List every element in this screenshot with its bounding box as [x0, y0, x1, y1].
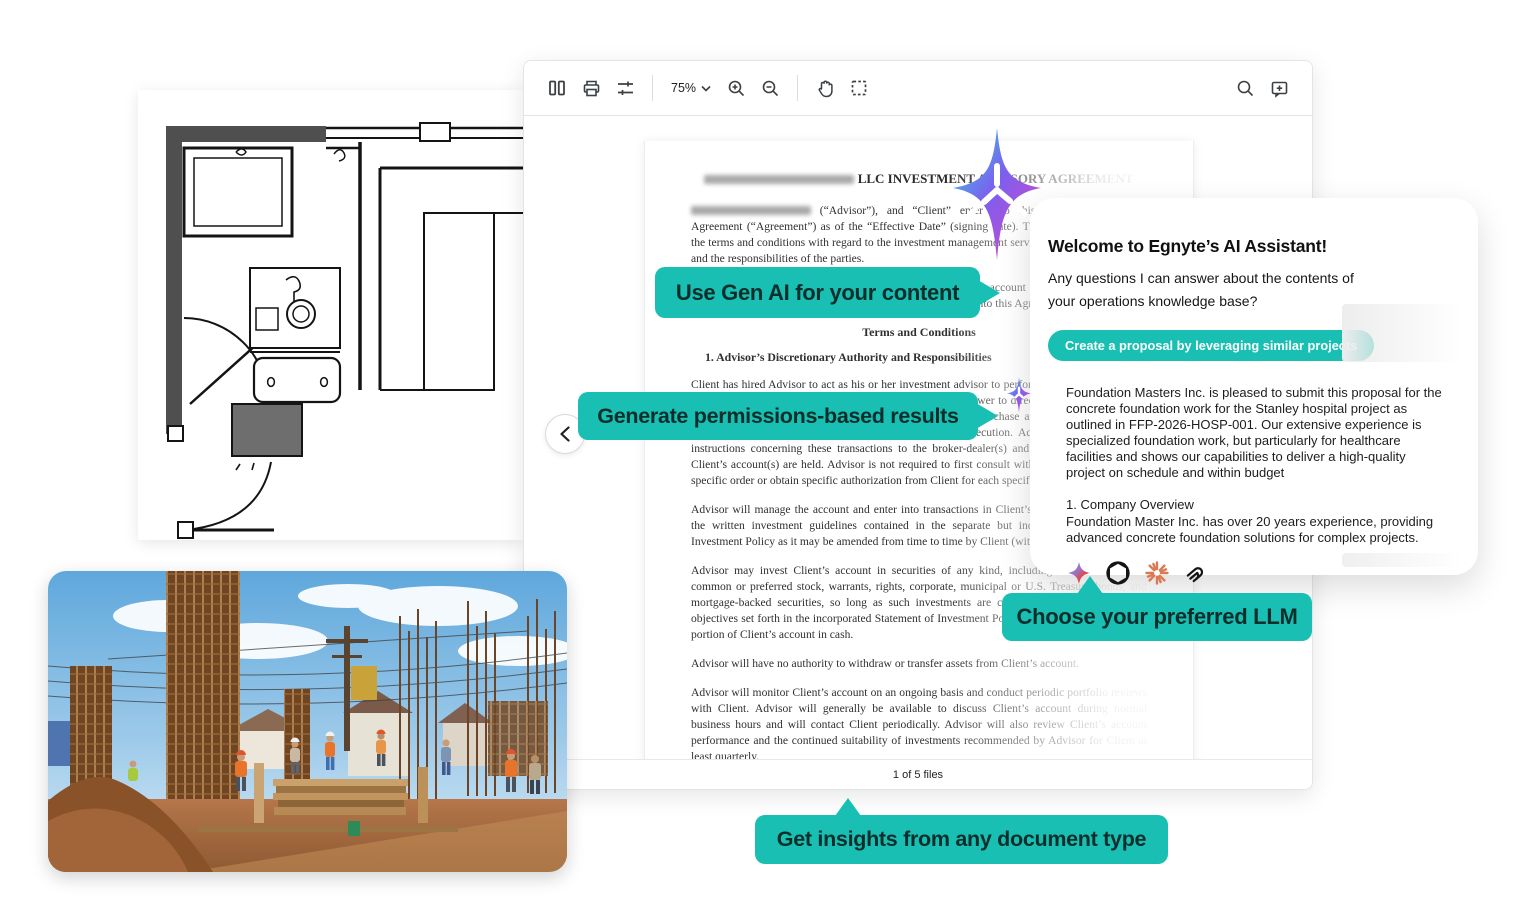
- faded-placeholder: [1342, 304, 1462, 362]
- callout-choose-llm: Choose your preferred LLM: [1002, 593, 1312, 641]
- ai-response: Foundation Masters Inc. is pleased to su…: [1066, 385, 1448, 546]
- add-comment-icon[interactable]: [1262, 71, 1296, 105]
- marquee-select-icon[interactable]: [842, 71, 876, 105]
- suggested-prompt-chip[interactable]: Create a proposal by leveraging similar …: [1048, 330, 1374, 361]
- ai-response-heading: 1. Company Overview: [1066, 497, 1448, 513]
- doc-paragraph: Advisor will have no authority to withdr…: [691, 656, 1147, 672]
- ai-assistant-panel: Welcome to Egnyte’s AI Assistant! Any qu…: [1030, 198, 1478, 575]
- file-pagination-bar: 1 of 5 files: [524, 759, 1312, 789]
- chevron-down-icon: [701, 85, 711, 92]
- ai-panel-subtitle: Any questions I can answer about the con…: [1048, 267, 1378, 312]
- document-title: LLC INVESTMENT ADVISORY AGREEMENT: [691, 171, 1147, 187]
- callout-permissions: Generate permissions-based results: [578, 392, 978, 440]
- chevron-left-icon: [559, 426, 571, 442]
- zoom-level-value: 75%: [671, 81, 696, 95]
- faded-placeholder: [1342, 553, 1462, 567]
- ai-panel-title: Welcome to Egnyte’s AI Assistant!: [1048, 236, 1456, 257]
- redacted-text: [691, 206, 811, 215]
- zoom-out-icon[interactable]: [753, 71, 787, 105]
- coil-icon[interactable]: [1183, 560, 1209, 586]
- doc-paragraph: Advisor will monitor Client’s account on…: [691, 685, 1147, 759]
- zoom-in-icon[interactable]: [719, 71, 753, 105]
- toolbar-divider: [652, 75, 653, 101]
- settings-sliders-icon[interactable]: [608, 71, 642, 105]
- callout-label: Generate permissions-based results: [597, 404, 958, 429]
- claude-icon[interactable]: [1144, 560, 1170, 586]
- floorplan-drawing: [138, 90, 523, 540]
- callout-label: Use Gen AI for your content: [676, 280, 959, 306]
- viewer-toolbar: 75%: [524, 61, 1312, 116]
- callout-use-gen-ai: Use Gen AI for your content: [655, 267, 980, 318]
- two-page-view-icon[interactable]: [540, 71, 574, 105]
- toolbar-divider: [797, 75, 798, 101]
- callout-label: Get insights from any document type: [777, 827, 1146, 852]
- search-icon[interactable]: [1228, 71, 1262, 105]
- construction-photo-art: [48, 571, 567, 872]
- hand-tool-icon[interactable]: [808, 71, 842, 105]
- callout-label: Choose your preferred LLM: [1017, 604, 1298, 630]
- redacted-text: [704, 175, 854, 184]
- floorplan-card: [138, 90, 523, 540]
- zoom-level-select[interactable]: 75%: [663, 75, 719, 101]
- construction-site-photo: [48, 571, 567, 872]
- ai-response-paragraph: Foundation Masters Inc. is pleased to su…: [1066, 385, 1448, 481]
- openai-icon[interactable]: [1105, 560, 1131, 586]
- print-icon[interactable]: [574, 71, 608, 105]
- ai-response-paragraph: Foundation Master Inc. has over 20 years…: [1066, 514, 1448, 547]
- file-count-label: 1 of 5 files: [893, 769, 943, 781]
- callout-insights: Get insights from any document type: [755, 815, 1168, 864]
